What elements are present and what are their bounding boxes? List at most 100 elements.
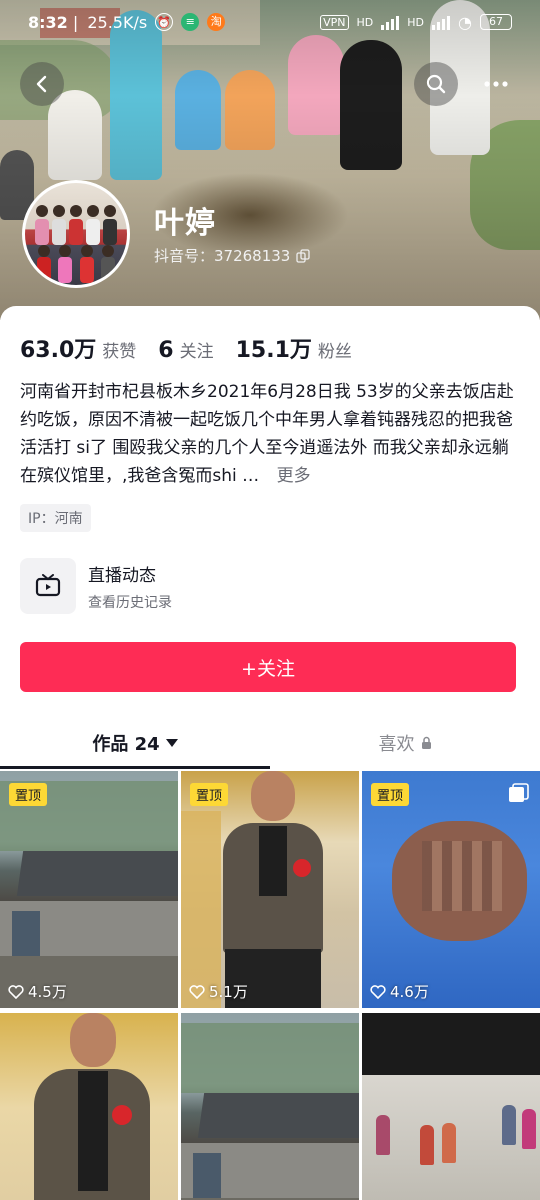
status-net-speed: 25.5K/s [87, 12, 148, 32]
heart-icon [370, 984, 386, 999]
caret-down-icon [165, 739, 178, 747]
video-tile[interactable] [181, 1013, 359, 1200]
video-thumb-roof [16, 851, 178, 896]
tab-active-indicator [0, 766, 270, 769]
avatar-person [69, 205, 82, 217]
stat-followers[interactable]: 15.1万 粉丝 [236, 332, 352, 364]
video-thumb-trees [181, 1023, 359, 1093]
status-bar: 8:32 | 25.5K/s ⏰ ≡ 淘 VPN HD HD ◔ 67 [0, 0, 540, 44]
avatar-person [68, 219, 83, 245]
alarm-icon: ⏰ [155, 13, 174, 31]
live-history-entry[interactable]: 直播动态 查看历史记录 [20, 558, 172, 614]
back-button[interactable] [20, 62, 64, 106]
copy-icon [296, 248, 311, 263]
pinned-badge: 置顶 [190, 783, 229, 806]
stat-number: 6 [158, 338, 174, 363]
video-thumb-head [70, 1013, 116, 1067]
live-title: 直播动态 [88, 565, 156, 586]
video-tile[interactable]: 置顶 4.6万 [362, 771, 540, 1008]
avatar-people-row [33, 205, 119, 217]
battery-icon: 67 [480, 14, 512, 30]
avatar-person [104, 205, 117, 217]
video-likes: 5.1万 [189, 981, 248, 1002]
video-thumb-pillar [181, 811, 221, 1008]
avatar[interactable] [22, 180, 130, 288]
bio[interactable]: 河南省开封市杞县板木乡2021年6月28日我 53岁的父亲去饭店赴约吃饭，原因不… [20, 378, 524, 490]
bio-text: 河南省开封市杞县板木乡2021年6月28日我 53岁的父亲去饭店赴约吃饭，原因不… [20, 382, 514, 486]
more-button[interactable] [474, 62, 518, 106]
stat-likes[interactable]: 63.0万 获赞 [20, 332, 136, 364]
video-tile[interactable]: 置顶 5.1万 [181, 771, 359, 1008]
tab-works[interactable]: 作品 24 [0, 718, 270, 768]
avatar-person [37, 245, 50, 257]
wifi-icon: ◔ [458, 12, 472, 32]
avatar-person [52, 205, 65, 217]
video-likes-count: 5.1万 [209, 983, 248, 1001]
video-tile[interactable] [362, 1013, 540, 1200]
heart-icon [189, 984, 205, 999]
video-thumb-scene [362, 1075, 540, 1200]
video-thumb-door [193, 1153, 221, 1198]
follow-button[interactable]: +关注 [20, 642, 516, 692]
avatar-person [51, 219, 66, 245]
stat-label: 粉丝 [317, 342, 352, 362]
avatar-people-row [33, 219, 119, 245]
status-separator: | [67, 12, 84, 32]
video-thumb-person [420, 1125, 434, 1165]
video-grid: 置顶 4.5万 置顶 5.1万 置顶 4.6万 [0, 771, 540, 1200]
hd-label: HD [407, 15, 425, 29]
video-thumb-shirt [78, 1071, 108, 1191]
video-likes: 4.5万 [8, 981, 67, 1002]
tab-works-label: 作品 24 [92, 734, 160, 755]
stat-label: 关注 [179, 342, 214, 362]
video-tile[interactable] [0, 1013, 178, 1200]
status-right: VPN HD HD ◔ 67 [320, 13, 512, 32]
hd-label: HD [356, 15, 374, 29]
heart-icon [8, 984, 24, 999]
avatar-person [102, 245, 115, 257]
avatar-person [58, 257, 73, 283]
profile-name: 叶婷 [154, 206, 216, 241]
avatar-people-row [33, 257, 119, 283]
bio-more-link[interactable]: 更多 [277, 466, 311, 486]
signal-icon [432, 14, 451, 30]
video-thumb-flower [112, 1105, 132, 1125]
douyin-id[interactable]: 抖音号：37268133 [154, 245, 311, 266]
tab-likes[interactable]: 喜欢 [270, 718, 540, 768]
stat-number: 63.0万 [20, 338, 97, 363]
video-tile[interactable]: 置顶 4.5万 [0, 771, 178, 1008]
avatar-people-row [33, 245, 119, 257]
avatar-person [79, 257, 94, 283]
video-thumb-head [251, 771, 295, 821]
video-thumb-person [522, 1109, 536, 1149]
stat-label: 获赞 [102, 342, 137, 362]
video-thumb-roof [197, 1093, 359, 1138]
video-likes-count: 4.6万 [390, 983, 429, 1001]
video-thumb-door [12, 911, 40, 956]
search-icon [426, 74, 446, 94]
avatar-person [35, 205, 48, 217]
stat-following[interactable]: 6 关注 [158, 337, 213, 363]
live-icon-box [20, 558, 76, 614]
video-thumb-person [442, 1123, 456, 1163]
back-icon [36, 75, 47, 93]
live-text: 直播动态 查看历史记录 [88, 561, 172, 612]
tv-icon [35, 574, 61, 597]
video-thumb-person [376, 1115, 390, 1155]
status-time: 8:32 [28, 12, 68, 32]
signal-icon [381, 14, 400, 30]
live-subtitle: 查看历史记录 [88, 594, 172, 611]
vpn-icon: VPN [320, 14, 349, 30]
video-likes-count: 4.5万 [28, 983, 67, 1001]
stats-row: 63.0万 获赞 6 关注 15.1万 粉丝 [20, 332, 352, 364]
video-thumb-flower [293, 859, 311, 877]
search-button[interactable] [414, 62, 458, 106]
more-icon [484, 81, 508, 87]
content-tabs: 作品 24 喜欢 [0, 718, 540, 768]
avatar-person [34, 219, 49, 245]
video-thumb-shirt [259, 826, 287, 896]
pinned-badge: 置顶 [9, 783, 48, 806]
video-thumb-mosaic [422, 841, 502, 911]
avatar-person [36, 257, 51, 283]
avatar-person [101, 257, 116, 283]
